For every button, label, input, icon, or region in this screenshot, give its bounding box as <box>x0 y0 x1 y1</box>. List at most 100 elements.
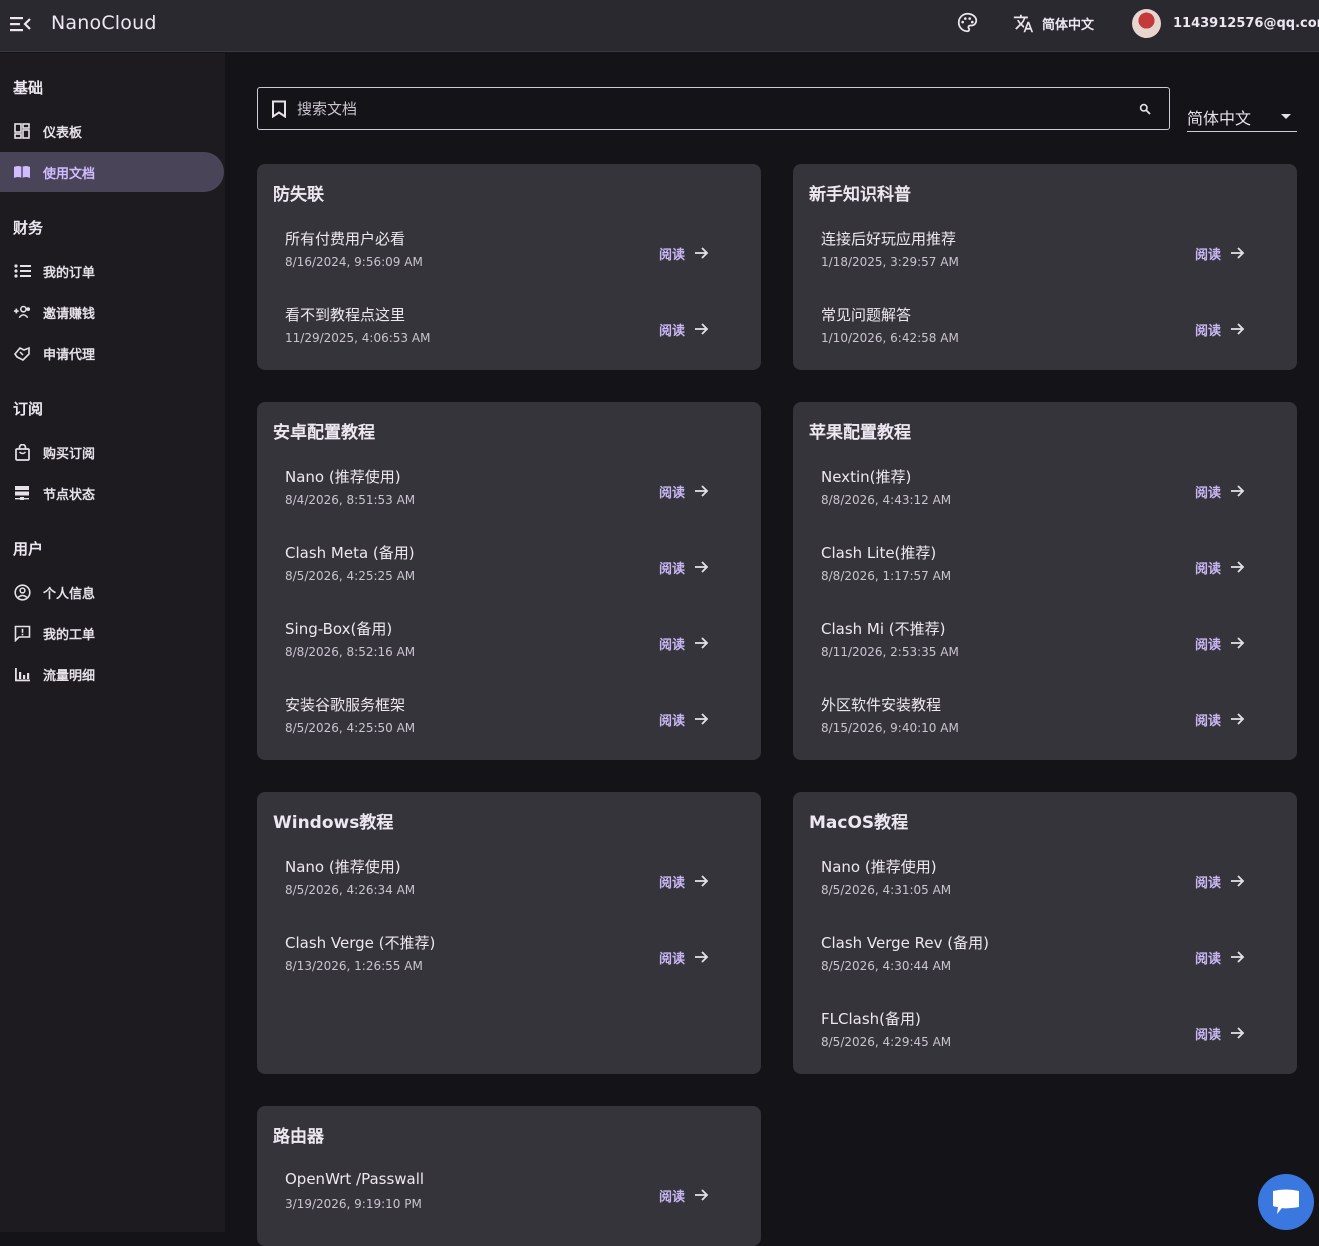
arrow-forward-icon <box>1231 951 1245 963</box>
arrow-forward-icon <box>695 561 709 573</box>
doc-list-item[interactable]: 所有付费用户必看 8/16/2024, 9:56:09 AM 阅读 <box>257 228 761 304</box>
read-button[interactable]: 阅读 <box>1195 871 1245 891</box>
doc-title: 看不到教程点这里 <box>285 306 406 324</box>
palette-icon[interactable] <box>957 12 978 33</box>
arrow-forward-icon <box>695 1189 709 1201</box>
read-button[interactable]: 阅读 <box>1195 633 1245 653</box>
category-title: 安卓配置教程 <box>273 423 375 443</box>
sidebar-item-agent[interactable]: 申请代理 <box>0 333 224 373</box>
read-button[interactable]: 阅读 <box>659 947 709 967</box>
feedback-icon <box>13 624 31 642</box>
doc-date: 8/5/2026, 4:31:05 AM <box>821 883 952 897</box>
sidebar-item-profile[interactable]: 个人信息 <box>0 572 224 612</box>
arrow-forward-icon <box>1231 637 1245 649</box>
doc-category-card: Windows教程 Nano (推荐使用) 8/5/2026, 4:26:34 AM… <box>257 792 761 1074</box>
doc-list-item[interactable]: 连接后好玩应用推荐 1/18/2025, 3:29:57 AM 阅读 <box>793 228 1297 304</box>
category-title: Windows教程 <box>273 813 394 833</box>
doc-title: 常见问题解答 <box>821 306 912 324</box>
doc-date: 8/5/2026, 4:30:44 AM <box>821 959 952 973</box>
doc-title: Nextin(推荐) <box>821 468 912 486</box>
doc-list-item[interactable]: Clash Mi (不推荐) 8/11/2026, 2:53:35 AM 阅读 <box>793 618 1297 694</box>
sidebar-section-user: 用户 <box>13 540 44 558</box>
dashboard-icon <box>13 122 31 140</box>
read-label: 阅读 <box>659 875 686 891</box>
doc-date: 8/16/2024, 9:56:09 AM <box>285 255 423 269</box>
read-button[interactable]: 阅读 <box>1195 709 1245 729</box>
doc-list-item[interactable]: 安装谷歌服务框架 8/5/2026, 4:25:50 AM 阅读 <box>257 694 761 770</box>
doc-list-item[interactable]: 外区软件安装教程 8/15/2026, 9:40:10 AM 阅读 <box>793 694 1297 770</box>
doc-date: 1/10/2026, 6:42:58 AM <box>821 331 959 345</box>
doc-title: Nano (推荐使用) <box>821 858 937 876</box>
read-label: 阅读 <box>1195 561 1222 577</box>
arrow-forward-icon <box>695 875 709 887</box>
arrow-forward-icon <box>1231 561 1245 573</box>
doc-list-item[interactable]: 常见问题解答 1/10/2026, 6:42:58 AM 阅读 <box>793 304 1297 380</box>
read-button[interactable]: 阅读 <box>659 871 709 891</box>
sidebar-item-node-status[interactable]: 节点状态 <box>0 473 224 513</box>
doc-date: 8/8/2026, 4:43:12 AM <box>821 493 952 507</box>
read-button[interactable]: 阅读 <box>659 243 709 263</box>
doc-list-item[interactable]: Sing-Box(备用) 8/8/2026, 8:52:16 AM 阅读 <box>257 618 761 694</box>
category-title: 苹果配置教程 <box>809 423 911 443</box>
read-button[interactable]: 阅读 <box>1195 319 1245 339</box>
doc-list-item[interactable]: Nano (推荐使用) 8/5/2026, 4:31:05 AM 阅读 <box>793 856 1297 932</box>
category-title: 新手知识科普 <box>809 185 911 205</box>
doc-list-item[interactable]: Clash Meta (备用) 8/5/2026, 4:25:25 AM 阅读 <box>257 542 761 618</box>
sidebar-item-label: 节点状态 <box>43 487 96 503</box>
read-button[interactable]: 阅读 <box>1195 481 1245 501</box>
arrow-forward-icon <box>1231 323 1245 335</box>
search-icon[interactable] <box>1139 103 1151 115</box>
doc-list-item[interactable]: Clash Lite(推荐) 8/8/2026, 1:17:57 AM 阅读 <box>793 542 1297 618</box>
read-button[interactable]: 阅读 <box>1195 243 1245 263</box>
sidebar-item-label: 使用文档 <box>43 166 96 182</box>
read-button[interactable]: 阅读 <box>1195 557 1245 577</box>
sidebar-item-traffic[interactable]: 流量明细 <box>0 654 224 694</box>
doc-title: Nano (推荐使用) <box>285 468 401 486</box>
doc-category-card: 新手知识科普 连接后好玩应用推荐 1/18/2025, 3:29:57 AM 阅读 常见… <box>793 164 1297 370</box>
user-menu-button[interactable]: 1143912576@qq.com <box>1132 8 1319 38</box>
read-button[interactable]: 阅读 <box>659 319 709 339</box>
read-button[interactable]: 阅读 <box>659 709 709 729</box>
sidebar-item-tickets[interactable]: 我的工单 <box>0 613 224 653</box>
sidebar-item-invite[interactable]: 邀请赚钱 <box>0 292 224 332</box>
read-button[interactable]: 阅读 <box>659 633 709 653</box>
doc-list-item[interactable]: Nextin(推荐) 8/8/2026, 4:43:12 AM 阅读 <box>793 466 1297 542</box>
read-button[interactable]: 阅读 <box>1195 1023 1245 1043</box>
doc-list-item[interactable]: Nano (推荐使用) 8/4/2026, 8:51:53 AM 阅读 <box>257 466 761 542</box>
sidebar-item-orders[interactable]: 我的订单 <box>0 251 224 291</box>
menu-open-icon[interactable] <box>9 14 31 34</box>
sidebar: 基础 仪表板 使用文档 财务 我的订单 邀请赚钱 申请代理 订阅 购买订阅 节点… <box>0 53 225 1232</box>
read-button[interactable]: 阅读 <box>1195 947 1245 967</box>
sidebar-item-label: 仪表板 <box>43 125 83 141</box>
read-label: 阅读 <box>1195 485 1222 501</box>
arrow-forward-icon <box>695 951 709 963</box>
doc-date: 8/13/2026, 1:26:55 AM <box>285 959 423 973</box>
chat-support-button[interactable] <box>1258 1174 1314 1230</box>
doc-date: 1/18/2025, 3:29:57 AM <box>821 255 959 269</box>
read-label: 阅读 <box>1195 1027 1222 1043</box>
doc-list-item[interactable]: Nano (推荐使用) 8/5/2026, 4:26:34 AM 阅读 <box>257 856 761 932</box>
read-label: 阅读 <box>1195 713 1222 729</box>
read-button[interactable]: 阅读 <box>659 481 709 501</box>
sidebar-item-dashboard[interactable]: 仪表板 <box>0 111 224 151</box>
doc-list-item[interactable]: FLClash(备用) 8/5/2026, 4:29:45 AM 阅读 <box>793 1008 1297 1084</box>
read-button[interactable]: 阅读 <box>659 557 709 577</box>
language-button[interactable]: 简体中文 <box>1013 12 1094 34</box>
avatar <box>1132 8 1161 38</box>
sidebar-item-docs[interactable]: 使用文档 <box>0 152 224 192</box>
sidebar-item-buy-subscription[interactable]: 购买订阅 <box>0 432 224 472</box>
doc-date: 3/19/2026, 9:19:10 PM <box>285 1197 422 1211</box>
arrow-forward-icon <box>695 247 709 259</box>
doc-list-item[interactable]: 看不到教程点这里 11/29/2025, 4:06:53 AM 阅读 <box>257 304 761 380</box>
search-input[interactable] <box>297 99 1139 118</box>
doc-list-item[interactable]: Clash Verge Rev (备用) 8/5/2026, 4:30:44 AM… <box>793 932 1297 1008</box>
read-button[interactable]: 阅读 <box>659 1185 709 1205</box>
doc-title: OpenWrt /Passwall <box>285 1170 425 1188</box>
sidebar-item-label: 个人信息 <box>43 586 96 602</box>
doc-list-item[interactable]: Clash Verge (不推荐) 8/13/2026, 1:26:55 AM 阅读 <box>257 932 761 1008</box>
language-select[interactable]: 简体中文 <box>1187 103 1297 132</box>
doc-list-item[interactable]: OpenWrt /Passwall 3/19/2026, 9:19:10 PM 阅读 <box>257 1170 761 1246</box>
read-label: 阅读 <box>1195 951 1222 967</box>
arrow-forward-icon <box>695 485 709 497</box>
sidebar-section-subscription: 订阅 <box>13 400 44 418</box>
